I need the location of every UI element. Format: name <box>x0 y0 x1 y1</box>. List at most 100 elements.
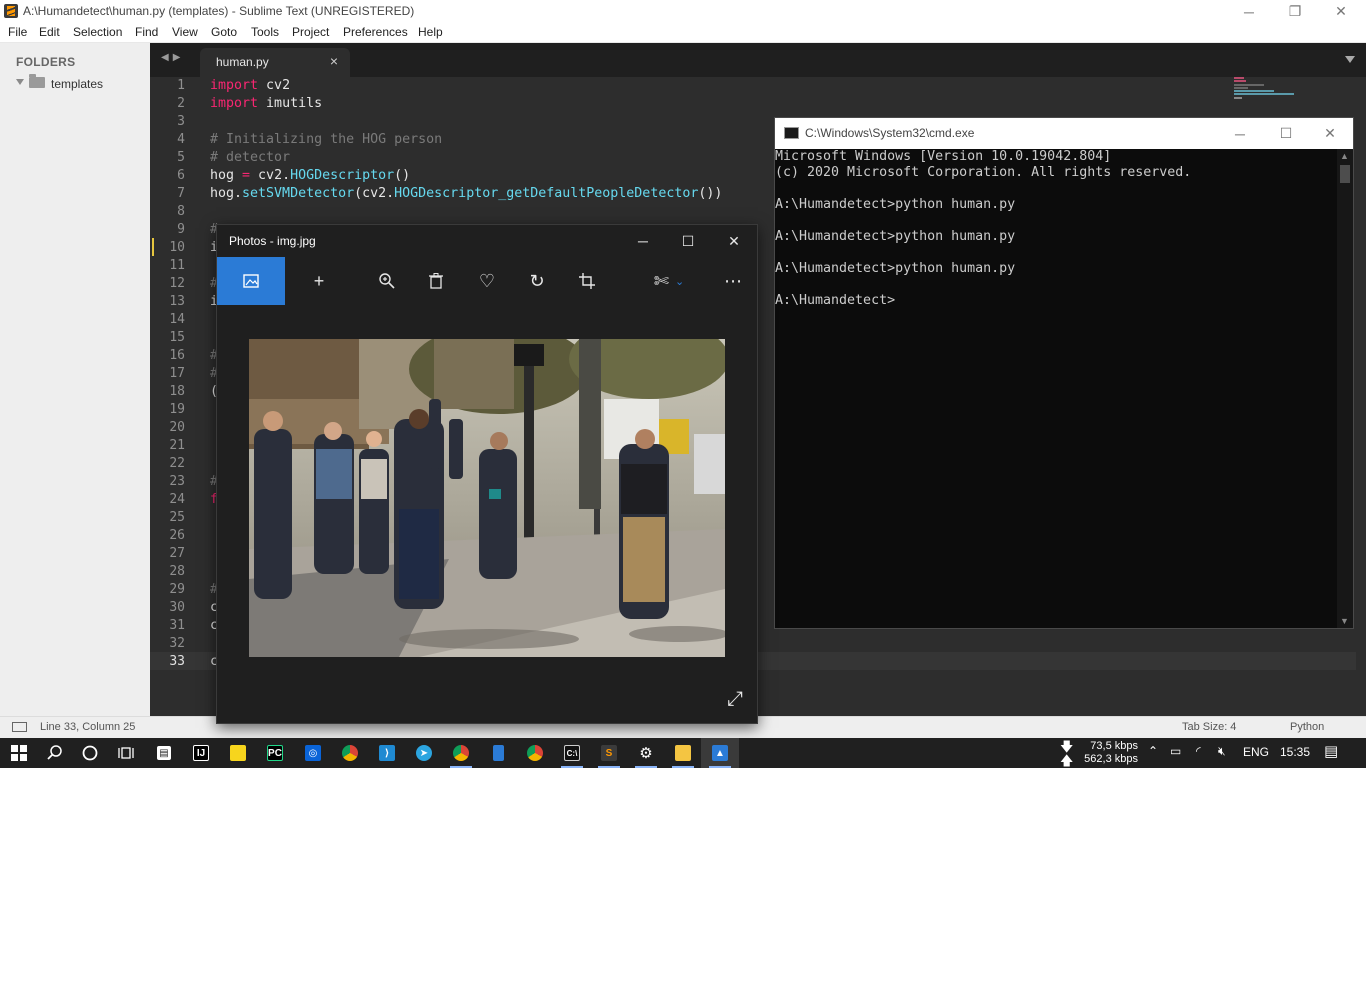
task-view-icon[interactable] <box>107 738 145 768</box>
menu-tools[interactable]: Tools <box>251 25 279 39</box>
photos-minimize-button[interactable]: ─ <box>620 225 666 257</box>
menu-find[interactable]: Find <box>135 25 158 39</box>
add-icon[interactable]: + <box>297 257 341 305</box>
chrome-icon[interactable] <box>442 738 480 768</box>
volume-muted-icon[interactable]: 🔇︎ <box>1218 744 1226 759</box>
console-line: A:\Humandetect>python human.py <box>775 197 1016 212</box>
notifications-icon[interactable]: ▤ <box>1324 742 1338 760</box>
file-explorer-icon[interactable] <box>664 738 702 768</box>
cmd-close-button[interactable]: ✕ <box>1307 118 1353 149</box>
photos-window[interactable]: Photos - img.jpg ─ ☐ ✕ + ♡ ↻ ✄ ⌄ ⋯ ⤢ <box>216 224 758 724</box>
menu-preferences[interactable]: Preferences <box>343 25 408 39</box>
expand-triangle-icon[interactable] <box>16 79 24 85</box>
line-number: 8 <box>177 204 185 219</box>
menu-selection[interactable]: Selection <box>73 25 122 39</box>
console-line: Microsoft Windows [Version 10.0.19042.80… <box>775 149 1112 164</box>
menu-bar: File Edit Selection Find View Goto Tools… <box>0 23 1366 43</box>
search-icon[interactable] <box>36 738 74 768</box>
more-icon[interactable]: ⋯ <box>711 257 755 305</box>
tab-human-py[interactable]: human.py × <box>200 48 350 77</box>
clock[interactable]: 15:35 <box>1280 745 1310 759</box>
line-number: 15 <box>169 330 185 345</box>
cmd-scrollbar[interactable]: ▲ ▼ <box>1337 149 1353 628</box>
tab-dropdown-icon[interactable] <box>1345 56 1355 63</box>
line-number: 9 <box>177 222 185 237</box>
photo-image <box>249 339 725 657</box>
wifi-icon[interactable]: ◜ <box>1196 744 1201 758</box>
line-number: 11 <box>169 258 185 273</box>
code-text: cv2 <box>258 78 291 93</box>
telegram-icon[interactable]: ➤ <box>405 738 443 768</box>
code-line: hog = cv2.HOGDescriptor() <box>210 167 410 185</box>
photos-close-button[interactable]: ✕ <box>711 225 757 257</box>
vscode-icon[interactable]: ⟩ <box>368 738 406 768</box>
tab-bar: ◀▶ human.py × <box>150 43 1366 77</box>
sticky-notes-icon[interactable] <box>219 738 257 768</box>
line-number: 3 <box>177 114 185 129</box>
cmd-window[interactable]: C:\Windows\System32\cmd.exe ─ ☐ ✕ Micros… <box>774 117 1354 629</box>
editor-scrollbar[interactable] <box>1356 77 1366 716</box>
menu-view[interactable]: View <box>172 25 198 39</box>
tab-close-icon[interactable]: × <box>330 53 338 69</box>
tab-size[interactable]: Tab Size: 4 <box>1182 721 1236 733</box>
code-text: hog. <box>210 186 243 201</box>
photos-titlebar: Photos - img.jpg ─ ☐ ✕ <box>217 225 757 257</box>
file-icon[interactable] <box>479 738 517 768</box>
panel-toggle-icon[interactable] <box>12 722 27 732</box>
outlook-icon[interactable]: ◎ <box>294 738 332 768</box>
tab-nav-arrows-icon[interactable]: ◀▶ <box>161 52 184 63</box>
minimize-button[interactable]: ─ <box>1226 0 1272 23</box>
edit-icon[interactable]: ✄ ⌄ <box>647 257 691 305</box>
cortana-icon[interactable] <box>71 738 109 768</box>
tab-label: human.py <box>216 55 269 69</box>
rotate-icon[interactable]: ↻ <box>515 257 559 305</box>
expand-icon[interactable]: ⤢ <box>727 688 743 711</box>
scroll-thumb[interactable] <box>1340 165 1350 183</box>
cmd-taskbar-icon[interactable]: C:\ <box>553 738 591 768</box>
delete-icon[interactable] <box>414 257 458 305</box>
photos-taskbar-icon[interactable]: ▲ <box>701 738 739 768</box>
code-text: (cv2. <box>354 186 395 201</box>
crop-icon[interactable] <box>565 257 609 305</box>
pycharm-icon[interactable]: PC <box>256 738 294 768</box>
console-prompt: A:\Humandetect> <box>775 293 896 308</box>
cursor-position[interactable]: Line 33, Column 25 <box>40 721 135 733</box>
syntax-mode[interactable]: Python <box>1290 721 1324 733</box>
menu-project[interactable]: Project <box>292 25 329 39</box>
line-number: 5 <box>177 150 185 165</box>
scroll-down-icon[interactable]: ▼ <box>1340 616 1349 626</box>
battery-icon[interactable]: ▭ <box>1170 744 1181 758</box>
cmd-maximize-button[interactable]: ☐ <box>1263 118 1309 149</box>
cmd-minimize-button[interactable]: ─ <box>1217 118 1263 149</box>
intellij-icon[interactable]: IJ <box>182 738 220 768</box>
heart-icon[interactable]: ♡ <box>465 257 509 305</box>
menu-edit[interactable]: Edit <box>39 25 60 39</box>
sublime-taskbar-icon[interactable]: S <box>590 738 628 768</box>
line-number-gutter: 1 2 3 4 5 6 7 8 9 10 11 12 13 14 15 16 1… <box>150 77 200 716</box>
menu-help[interactable]: Help <box>418 25 443 39</box>
menu-file[interactable]: File <box>8 25 27 39</box>
menu-goto[interactable]: Goto <box>211 25 237 39</box>
tray-expand-icon[interactable]: ⌃ <box>1148 744 1158 758</box>
settings-gear-icon[interactable]: ⚙ <box>627 738 665 768</box>
store-icon[interactable]: ▤ <box>145 738 183 768</box>
minimap[interactable] <box>1234 77 1296 101</box>
chrome-icon[interactable] <box>331 738 369 768</box>
line-number: 13 <box>169 294 185 309</box>
line-number: 7 <box>177 186 185 201</box>
chrome-icon[interactable] <box>516 738 554 768</box>
image-icon[interactable] <box>217 257 285 305</box>
zoom-icon[interactable] <box>365 257 409 305</box>
language-indicator[interactable]: ENG <box>1243 745 1269 759</box>
upload-speed: 562,3 kbps <box>1084 753 1138 765</box>
scroll-up-icon[interactable]: ▲ <box>1340 151 1349 161</box>
windows-start-icon[interactable] <box>0 738 38 768</box>
cmd-title: C:\Windows\System32\cmd.exe <box>805 126 975 140</box>
code-comment: # Initializing the HOG person <box>210 132 443 147</box>
cmd-console[interactable]: Microsoft Windows [Version 10.0.19042.80… <box>775 149 1337 628</box>
folder-icon <box>29 74 45 88</box>
close-button[interactable]: ✕ <box>1318 0 1364 23</box>
sidebar-folder-templates[interactable]: templates <box>51 77 103 91</box>
photos-maximize-button[interactable]: ☐ <box>665 225 711 257</box>
restore-button[interactable]: ❐ <box>1272 0 1318 23</box>
